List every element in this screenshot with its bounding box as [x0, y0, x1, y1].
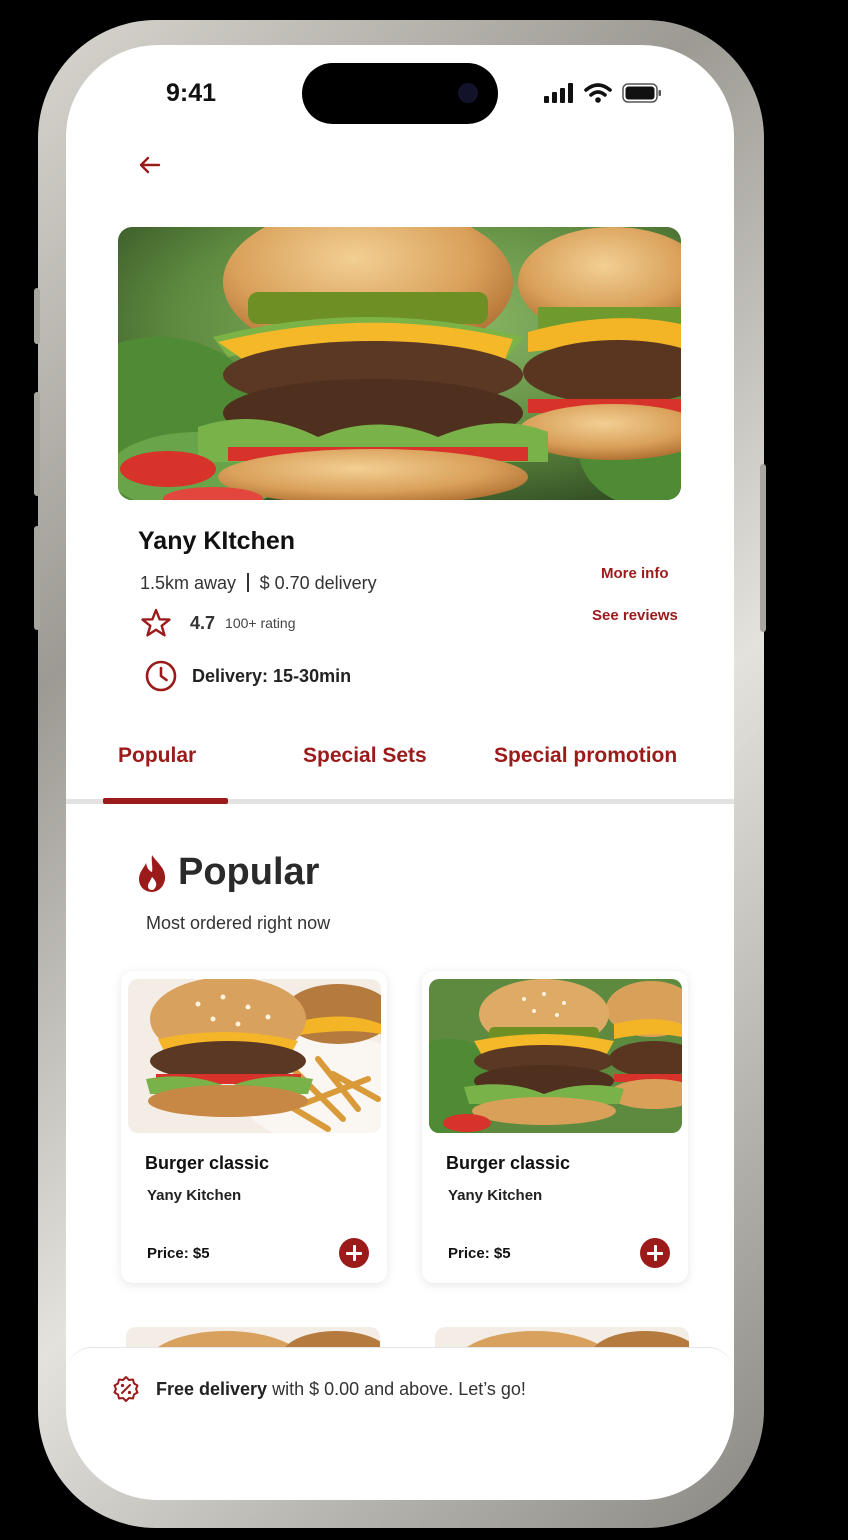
dynamic-island [302, 63, 498, 124]
volume-down-button [34, 526, 40, 630]
food-price: Price: $5 [448, 1245, 511, 1262]
status-time: 9:41 [166, 79, 217, 107]
add-to-cart-button[interactable] [640, 1238, 670, 1268]
food-image [128, 979, 381, 1133]
tab-popular[interactable]: Popular [118, 744, 196, 768]
wifi-icon [584, 83, 612, 103]
rating-row: 4.7 100+ rating [140, 607, 295, 639]
restaurant-meta: 1.5km away $ 0.70 delivery [140, 573, 377, 594]
food-title: Burger classic [145, 1153, 270, 1173]
clock-icon [145, 660, 177, 692]
camera-icon [458, 83, 478, 103]
rating-value: 4.7 [190, 612, 216, 633]
add-to-cart-button[interactable] [339, 1238, 369, 1268]
back-arrow-icon [139, 156, 161, 174]
banner-text: Free delivery with $ 0.00 and above. Let… [156, 1379, 526, 1400]
banner-bold-text: Free delivery [156, 1378, 268, 1399]
back-button[interactable] [134, 149, 166, 181]
food-image [429, 979, 682, 1133]
star-icon [141, 608, 171, 637]
food-card[interactable]: Burger classic Yany Kitchen Price: $5 [422, 971, 688, 1283]
restaurant-name: Yany KItchen [138, 527, 295, 555]
section-subtitle: Most ordered right now [146, 913, 331, 933]
battery-icon [622, 83, 661, 103]
free-delivery-banner[interactable]: Free delivery with $ 0.00 and above. Let… [66, 1347, 734, 1500]
delivery-time-row: Delivery: 15-30min [144, 659, 351, 693]
banner-rest-text: with $ 0.00 and above. Let’s go! [267, 1378, 526, 1399]
food-price: Price: $5 [147, 1245, 210, 1262]
flame-icon [139, 854, 166, 892]
delivery-fee-text: $ 0.70 delivery [259, 573, 377, 593]
power-button [760, 464, 766, 632]
signal-icon [544, 83, 573, 103]
section-header: Popular [136, 851, 319, 894]
discount-badge-icon [113, 1376, 139, 1402]
tab-special-promotion[interactable]: Special promotion [494, 744, 677, 768]
food-title: Burger classic [446, 1153, 571, 1173]
rating-count: 100+ rating [225, 615, 296, 631]
more-info-link[interactable]: More info [601, 565, 669, 582]
restaurant-hero-image [118, 227, 681, 500]
action-button [34, 288, 40, 344]
food-restaurant: Yany Kitchen [147, 1187, 242, 1204]
tab-special-sets[interactable]: Special Sets [303, 744, 427, 768]
status-icons [544, 83, 662, 103]
food-restaurant: Yany Kitchen [448, 1187, 543, 1204]
see-reviews-link[interactable]: See reviews [592, 607, 678, 624]
app-screen: 9:41 Yany KItchen 1.5km away $ 0.70 deli… [66, 45, 734, 1500]
food-card[interactable]: Burger classic Yany Kitchen Price: $5 [121, 971, 387, 1283]
banner-row: Free delivery with $ 0.00 and above. Let… [112, 1375, 526, 1403]
distance-text: 1.5km away [140, 573, 237, 593]
active-tab-indicator [103, 798, 228, 804]
meta-divider [247, 573, 249, 592]
volume-up-button [34, 392, 40, 496]
section-title: Popular [178, 851, 320, 893]
delivery-time-text: Delivery: 15-30min [192, 665, 352, 686]
